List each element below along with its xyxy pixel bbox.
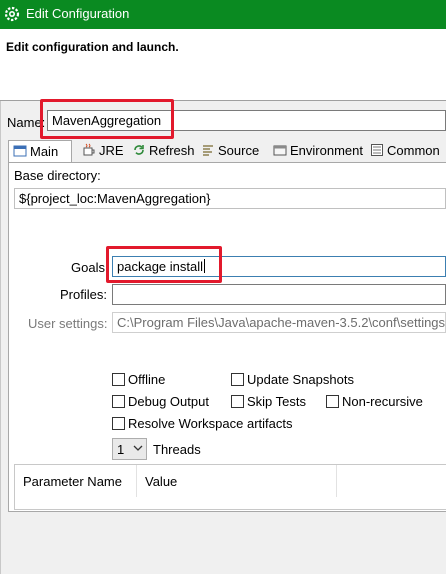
common-icon: [371, 144, 383, 156]
user-settings-value: C:\Program Files\Java\apache-maven-3.5.2…: [117, 315, 446, 330]
dialog-heading: Edit configuration and launch.: [6, 40, 179, 54]
skip-tests-label: Skip Tests: [247, 394, 307, 409]
tab-source[interactable]: Source: [197, 140, 263, 162]
name-input[interactable]: MavenAggregation: [47, 110, 446, 131]
goals-input[interactable]: package install: [112, 256, 446, 277]
tab-environment[interactable]: Environment: [269, 140, 367, 162]
tab-main-label: Main: [30, 144, 59, 159]
update-snapshots-label: Update Snapshots: [247, 372, 354, 387]
tab-environment-label: Environment: [290, 143, 363, 158]
non-recursive-checkbox[interactable]: [326, 395, 339, 408]
base-directory-value: ${project_loc:MavenAggregation}: [19, 191, 211, 206]
main-tab-content: [8, 162, 446, 512]
profiles-label: Profiles:: [60, 287, 107, 302]
resolve-workspace-checkbox[interactable]: [112, 417, 125, 430]
chevron-down-icon: [133, 445, 143, 451]
source-icon: [203, 145, 213, 156]
tab-bar: Main JRE Refresh Source Environment Comm…: [8, 140, 446, 163]
skip-tests-checkbox[interactable]: [231, 395, 244, 408]
tab-jre-label: JRE: [99, 143, 124, 158]
table-header-value[interactable]: Value: [137, 465, 337, 497]
offline-checkbox[interactable]: [112, 373, 125, 386]
base-directory-label: Base directory:: [14, 168, 101, 183]
jre-icon: [83, 143, 95, 156]
table-header-parameter-name[interactable]: Parameter Name: [15, 465, 137, 497]
threads-label: Threads: [153, 442, 201, 457]
user-settings-field[interactable]: C:\Program Files\Java\apache-maven-3.5.2…: [112, 312, 446, 333]
tab-refresh[interactable]: Refresh: [128, 140, 199, 162]
tab-refresh-label: Refresh: [149, 143, 195, 158]
threads-select-value: 1: [117, 442, 125, 457]
text-caret: [204, 259, 205, 273]
maven-main-icon: [13, 145, 27, 157]
non-recursive-label: Non-recursive: [342, 394, 423, 409]
resolve-workspace-label: Resolve Workspace artifacts: [128, 416, 293, 431]
update-snapshots-checkbox[interactable]: [231, 373, 244, 386]
threads-select[interactable]: 1: [112, 438, 147, 460]
tab-main[interactable]: Main: [8, 140, 72, 163]
name-input-value: MavenAggregation: [52, 113, 162, 128]
debug-output-label: Debug Output: [128, 394, 209, 409]
refresh-icon: [134, 145, 144, 155]
parameters-table[interactable]: Parameter Name Value: [14, 464, 446, 510]
gear-icon: [4, 6, 20, 22]
name-label: Name:: [7, 115, 46, 130]
goals-label: Goals:: [71, 260, 109, 275]
window-title: Edit Configuration: [26, 6, 130, 21]
tab-jre[interactable]: JRE: [78, 140, 128, 162]
tab-common-label: Common: [387, 143, 440, 158]
user-settings-label: User settings:: [28, 316, 108, 331]
offline-label: Offline: [128, 372, 166, 387]
dialog-header: Edit configuration and launch.: [0, 29, 446, 100]
tab-common[interactable]: Common: [366, 140, 444, 162]
tab-source-label: Source: [218, 143, 260, 158]
environment-icon: [273, 145, 287, 156]
base-directory-field[interactable]: ${project_loc:MavenAggregation}: [14, 188, 446, 209]
debug-output-checkbox[interactable]: [112, 395, 125, 408]
profiles-input[interactable]: [112, 284, 446, 305]
goals-value: package install: [117, 259, 203, 274]
title-bar: Edit Configuration: [0, 0, 446, 29]
